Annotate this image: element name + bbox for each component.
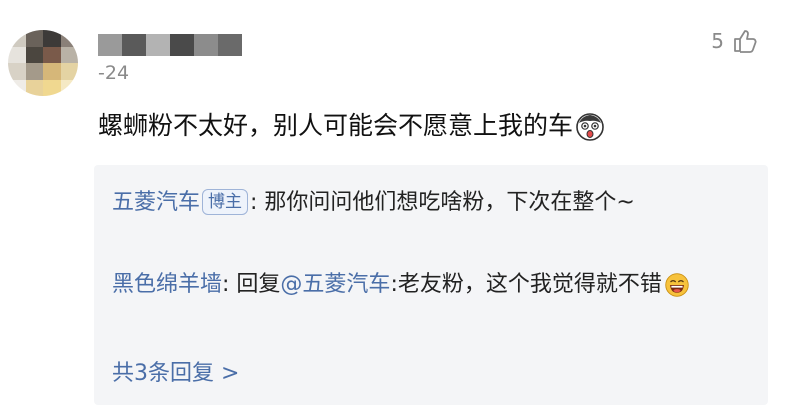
surprised-face-emoji-icon bbox=[576, 113, 604, 141]
comment-date: -24 bbox=[98, 62, 130, 84]
reply-text: : 那你问问他们想吃啥粉，下次在整个~ bbox=[250, 190, 635, 215]
reply-author-link[interactable]: 五菱汽车 bbox=[112, 190, 200, 215]
comment-text: 螺蛳粉不太好，别人可能会不愿意上我的车 bbox=[98, 111, 574, 140]
reply-thread: 五菱汽车 博主: 那你问问他们想吃啥粉，下次在整个~ 黑色绵羊墙: 回复@五菱汽车… bbox=[94, 165, 768, 405]
laughing-face-emoji-icon bbox=[665, 273, 689, 297]
author-badge: 博主 bbox=[202, 189, 249, 215]
reply-prefix: : 回复 bbox=[222, 272, 281, 297]
reply-item: 黑色绵羊墙: 回复@五菱汽车:老友粉，这个我觉得就不错 bbox=[112, 265, 752, 305]
reply-text: :老友粉，这个我觉得就不错 bbox=[390, 272, 662, 297]
avatar[interactable] bbox=[8, 30, 78, 96]
like-count: 5 bbox=[711, 29, 724, 53]
comment-body: 螺蛳粉不太好，别人可能会不愿意上我的车 bbox=[98, 108, 605, 144]
reply-author-link[interactable]: 黑色绵羊墙 bbox=[112, 272, 222, 297]
username-pixelated[interactable] bbox=[98, 34, 242, 56]
view-more-replies-link[interactable]: 共3条回复 > bbox=[112, 355, 239, 387]
mention-link[interactable]: @五菱汽车 bbox=[280, 272, 390, 297]
thumbs-up-icon bbox=[734, 30, 757, 53]
reply-item: 五菱汽车 博主: 那你问问他们想吃啥粉，下次在整个~ bbox=[112, 183, 752, 223]
like-button[interactable]: 5 bbox=[711, 28, 758, 54]
